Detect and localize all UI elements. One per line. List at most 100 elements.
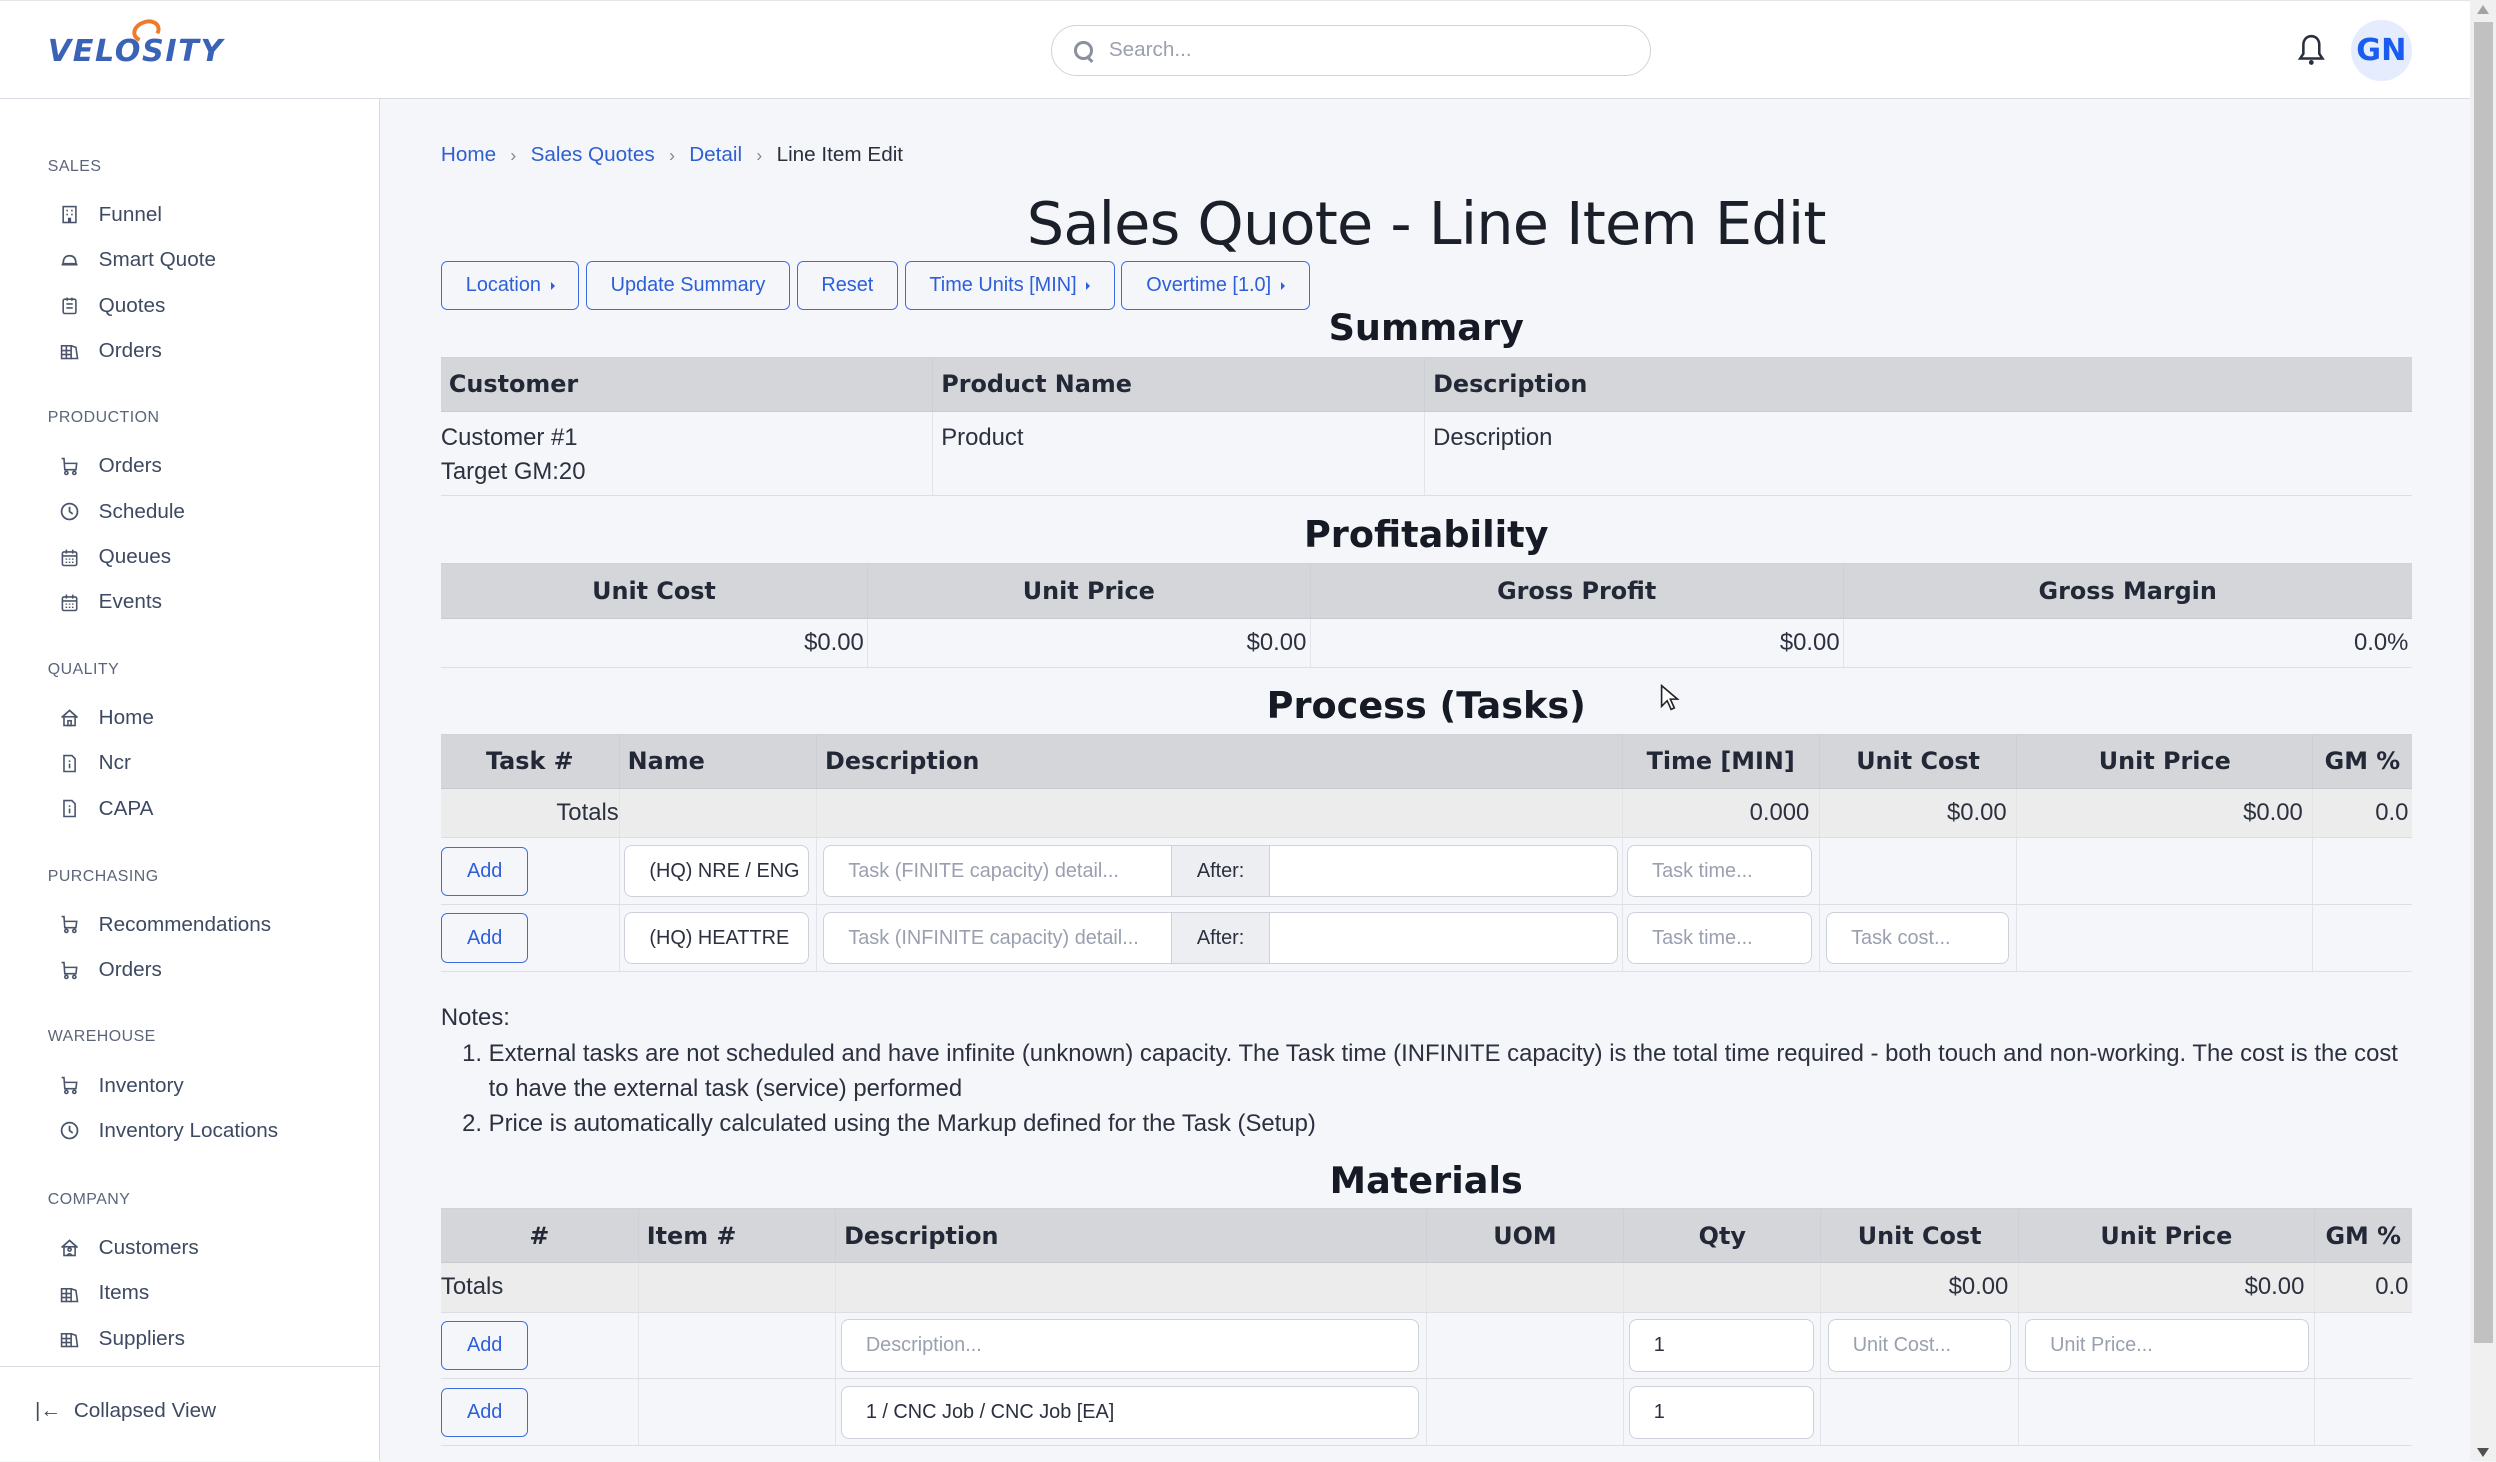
collapse-view-button[interactable]: |← Collapsed View (35, 1399, 216, 1423)
sidebar-item-production-schedule[interactable]: Schedule (60, 494, 185, 529)
add-material-button[interactable]: Add (440, 1387, 529, 1438)
add-material-button[interactable]: Add (440, 1320, 529, 1371)
profit-header-unit-cost: Unit Cost (440, 563, 869, 619)
note-item: Price is automatically calculated using … (489, 1106, 2412, 1141)
page-title: Sales Quote - Line Item Edit (1026, 189, 1827, 259)
after-input[interactable] (1269, 844, 1618, 898)
material-description-input[interactable]: 1 / CNC Job / CNC Job [EA] (840, 1386, 1419, 1439)
sidebar-item-quality-capa[interactable]: CAPA (60, 791, 153, 826)
materials-header-uom: UOM (1426, 1208, 1625, 1264)
sidebar-item-quality-home[interactable]: Home (60, 700, 154, 735)
material-qty-input[interactable]: 1 (1628, 1319, 1814, 1372)
hard-hat-icon (60, 251, 79, 270)
scroll-up-icon[interactable] (2476, 5, 2489, 14)
materials-totals-unit-price: $0.00 (2018, 1262, 2315, 1313)
sidebar-item-warehouse-inventory-locations[interactable]: Inventory Locations (60, 1113, 278, 1148)
process-header-gm: GM % (2312, 733, 2412, 789)
process-totals-unit-price: $0.00 (2016, 788, 2314, 839)
profit-gross-profit: $0.00 (1310, 618, 1844, 668)
add-task-button[interactable]: Add (440, 846, 529, 896)
sidebar-section-warehouse: WAREHOUSE (47, 1028, 156, 1046)
sidebar-item-purchasing-orders[interactable]: Orders (60, 953, 162, 988)
task-cost-input[interactable]: Task cost... (1826, 911, 2010, 965)
search-box[interactable] (1050, 24, 1651, 76)
task-name-input[interactable]: (HQ) HEATTRE (624, 911, 810, 965)
empty-cell (2314, 1378, 2412, 1447)
material-unit-cost-input[interactable]: Unit Cost... (1827, 1319, 2011, 1372)
empty-cell (638, 1378, 837, 1447)
vertical-scrollbar[interactable] (2470, 0, 2496, 1462)
task-time-input[interactable]: Task time... (1627, 844, 1812, 898)
sidebar-item-production-orders[interactable]: Orders (60, 449, 162, 484)
sidebar-item-company-customers[interactable]: Customers (60, 1230, 199, 1265)
brand-logo[interactable]: VELOSITY (48, 15, 224, 75)
empty-cell (835, 1262, 1427, 1313)
materials-header-qty: Qty (1623, 1208, 1822, 1264)
sidebar-item-sales-smart-quote[interactable]: Smart Quote (60, 243, 216, 278)
materials-header-num: # (440, 1208, 639, 1264)
file-info-icon (60, 799, 79, 818)
reset-button[interactable]: Reset (796, 261, 899, 311)
materials-totals-gm: 0.0 (2314, 1262, 2412, 1313)
scrollbar-thumb[interactable] (2473, 22, 2493, 1344)
profit-unit-price: $0.00 (867, 618, 1311, 668)
cart-icon (60, 961, 79, 980)
breadcrumb-home[interactable]: Home (441, 143, 496, 167)
sidebar-section-production: PRODUCTION (47, 409, 160, 427)
breadcrumb-sales-quotes[interactable]: Sales Quotes (531, 143, 655, 167)
location-button[interactable]: Location (440, 261, 580, 311)
sidebar-item-purchasing-recommendations[interactable]: Recommendations (60, 907, 271, 942)
sidebar-item-company-items[interactable]: Items (60, 1276, 149, 1311)
process-totals-gm: 0.0 (2312, 788, 2412, 839)
materials-header-gm: GM % (2314, 1208, 2412, 1264)
after-input[interactable] (1269, 911, 1618, 965)
sidebar-item-production-events[interactable]: Events (60, 585, 162, 620)
sidebar-item-sales-quotes[interactable]: Quotes (60, 288, 165, 323)
empty-cell (1820, 1378, 2019, 1447)
profit-unit-cost: $0.00 (440, 618, 869, 668)
time-units-button[interactable]: Time Units [MIN] (904, 261, 1116, 311)
task-description-input[interactable]: Task (FINITE capacity) detail... (823, 844, 1173, 898)
sidebar-item-quality-ncr[interactable]: Ncr (60, 746, 131, 781)
update-summary-button[interactable]: Update Summary (585, 261, 791, 311)
task-time-input[interactable]: Task time... (1627, 911, 1812, 965)
sidebar-item-company-suppliers[interactable]: Suppliers (60, 1321, 185, 1356)
notes: Notes: External tasks are not scheduled … (441, 1000, 2412, 1142)
sidebar-item-sales-funnel[interactable]: Funnel (60, 197, 162, 232)
search-icon (1073, 40, 1093, 60)
search-input[interactable] (1108, 38, 1587, 63)
material-description-input[interactable]: Description... (840, 1319, 1419, 1372)
chevron-right-icon: › (756, 144, 763, 165)
scroll-down-icon[interactable] (2476, 1447, 2489, 1457)
sidebar-item-label: Inventory (98, 1073, 184, 1097)
notes-list: External tasks are not scheduled and hav… (489, 1036, 2412, 1141)
materials-header-description: Description (835, 1208, 1427, 1264)
task-description-input[interactable]: Task (INFINITE capacity) detail... (823, 911, 1173, 965)
materials-totals-row: Totals $0.00 $0.00 0.0 (440, 1262, 2412, 1313)
empty-cell (1623, 1262, 1822, 1313)
sidebar-item-label: Orders (98, 454, 162, 478)
cart-icon (60, 457, 79, 476)
sidebar-item-sales-orders[interactable]: Orders (60, 333, 162, 368)
task-name-input[interactable]: (HQ) NRE / ENG (624, 844, 810, 898)
sidebar-item-label: Queues (98, 545, 172, 569)
material-qty-input[interactable]: 1 (1628, 1386, 1814, 1439)
location-label: Location (465, 274, 541, 297)
add-task-button[interactable]: Add (440, 913, 529, 963)
summary-table: Customer Product Name Description Custom… (440, 356, 2412, 497)
process-header-task-num: Task # (440, 733, 620, 789)
user-avatar[interactable]: GN (2351, 20, 2412, 81)
breadcrumb-detail[interactable]: Detail (689, 143, 742, 167)
sidebar-section-company: COMPANY (47, 1190, 131, 1208)
material-unit-price-input[interactable]: Unit Price... (2025, 1319, 2309, 1372)
toolbar: Location Update Summary Reset Time Units… (440, 261, 1310, 311)
sidebar: SALES Funnel Smart Quote Quotes Orders PRODUC… (0, 98, 381, 1462)
sidebar-item-label: CAPA (98, 796, 154, 820)
sidebar-item-production-queues[interactable]: Queues (60, 540, 171, 575)
notification-bell-icon[interactable] (2297, 33, 2326, 68)
process-totals-row: Totals 0.000 $0.00 $0.00 0.0 (440, 788, 2412, 839)
overtime-button[interactable]: Overtime [1.0] (1121, 261, 1310, 311)
notes-label: Notes: (440, 1003, 510, 1031)
sidebar-item-warehouse-inventory[interactable]: Inventory (60, 1068, 184, 1103)
process-header-time: Time [MIN] (1622, 733, 1820, 789)
